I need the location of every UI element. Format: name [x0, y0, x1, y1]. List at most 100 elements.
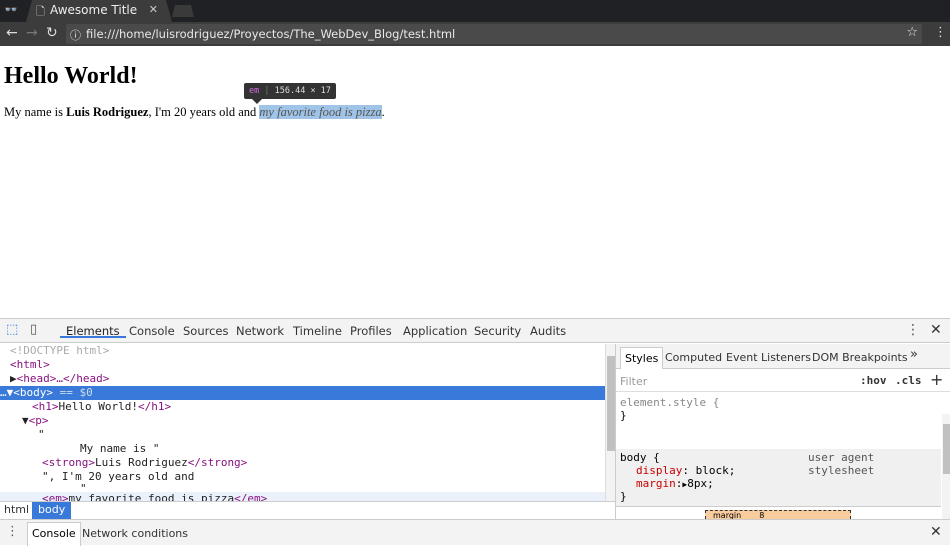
dom-node-strong[interactable]: <strong>Luis Rodriguez</strong>: [0, 456, 605, 470]
tooltip-size: 156.44 × 17: [274, 86, 331, 96]
css-rule-body: body { user agent stylesheet display: bl…: [616, 449, 941, 507]
address-bar[interactable]: ⓘ file:///home/luisrodriguez/Proyectos/T…: [66, 24, 922, 44]
styles-scrollbar[interactable]: [942, 414, 950, 519]
tab-computed[interactable]: Computed: [665, 351, 722, 364]
rule-source: user agent stylesheet: [808, 451, 875, 477]
tab-security[interactable]: Security: [474, 324, 521, 338]
dom-text[interactable]: ": [0, 428, 605, 442]
selected-ref: == $0: [53, 386, 93, 399]
text: Hello World!: [58, 400, 138, 413]
property-value: block;: [695, 464, 736, 477]
element-style-selector[interactable]: element.style {: [620, 396, 719, 409]
css-property-display[interactable]: display: block;: [636, 464, 735, 477]
tab-timeline[interactable]: Timeline: [293, 324, 342, 338]
drawer-tab-console[interactable]: Console: [27, 522, 81, 546]
tab-audits[interactable]: Audits: [530, 324, 566, 338]
dom-node-h1[interactable]: <h1>Hello World!</h1>: [0, 400, 605, 414]
dom-tree-scrollbar[interactable]: [605, 344, 615, 501]
breadcrumb: html body: [0, 501, 615, 519]
scrollbar-thumb[interactable]: [607, 356, 615, 451]
text: my favorite food is pizza: [68, 492, 235, 501]
cls-toggle[interactable]: .cls: [895, 374, 922, 387]
new-tab-button[interactable]: [172, 5, 194, 17]
highlighted-em: my favorite food is pizza: [259, 105, 382, 119]
new-rule-icon[interactable]: +: [930, 370, 943, 389]
text: My name is: [4, 105, 67, 119]
browser-menu-icon[interactable]: ⋮: [934, 25, 947, 40]
drawer-menu-icon[interactable]: ⋮: [6, 524, 19, 539]
tag: </h1>: [137, 400, 172, 413]
tab-event-listeners[interactable]: Event Listeners: [726, 351, 811, 364]
page-icon: 🗋: [36, 5, 45, 18]
drawer-tab-network-conditions[interactable]: Network conditions: [82, 527, 188, 540]
dom-node-doctype[interactable]: <!DOCTYPE html>: [0, 344, 605, 358]
browser-tab[interactable]: 🗋 Awesome Title ✕: [26, 0, 172, 22]
paragraph: My name is Luis Rodriguez, I'm 20 years …: [4, 105, 385, 120]
tag: </strong>: [187, 456, 248, 469]
hov-toggle[interactable]: :hov: [860, 374, 887, 387]
dom-node-head[interactable]: ▶<head>…</head>: [0, 372, 605, 386]
devtools-toolbar: ⬚ ▯ Elements Console Sources Network Tim…: [0, 319, 950, 343]
tab-title: Awesome Title: [50, 3, 138, 17]
property-value: 8px;: [687, 477, 714, 490]
styles-sidebar: Styles Computed Event Listeners DOM Brea…: [615, 344, 950, 519]
dom-node-em[interactable]: <em>my favorite food is pizza</em>: [0, 492, 605, 501]
css-property-margin[interactable]: margin:▶8px;: [636, 477, 714, 490]
property-name: margin: [636, 477, 676, 490]
reload-icon[interactable]: ↻: [46, 25, 58, 41]
url-text[interactable]: file:///home/luisrodriguez/Proyectos/The…: [86, 27, 455, 41]
tab-profiles[interactable]: Profiles: [350, 324, 392, 338]
tab-dom-breakpoints[interactable]: DOM Breakpoints: [812, 351, 908, 364]
breadcrumb-html[interactable]: html: [4, 503, 29, 516]
dom-node-p[interactable]: ▼<p>: [0, 414, 605, 428]
page-heading: Hello World!: [4, 63, 138, 89]
strong-name: Luis Rodriguez: [66, 105, 149, 119]
text: Luis Rodriguez: [94, 456, 188, 469]
text: .: [381, 105, 385, 119]
margin-value: 8: [759, 511, 765, 519]
tab-strip: 👓 🗋 Awesome Title ✕: [0, 0, 950, 22]
more-tabs-icon[interactable]: »: [910, 347, 918, 362]
close-brace: }: [620, 490, 627, 503]
tag: </em>: [234, 492, 268, 501]
close-drawer-icon[interactable]: ✕: [930, 524, 942, 540]
box-model-margin[interactable]: margin 8: [705, 510, 851, 519]
tab-styles[interactable]: Styles: [620, 347, 664, 369]
scrollbar-thumb[interactable]: [943, 424, 950, 474]
inspect-tooltip: em | 156.44 × 17: [244, 83, 336, 104]
dom-text[interactable]: My name is ": [0, 442, 605, 456]
device-toolbar-icon[interactable]: ▯: [30, 322, 37, 337]
tag: <h1>: [32, 400, 59, 413]
devtools-menu-icon[interactable]: ⋮: [906, 322, 920, 338]
tab-application[interactable]: Application: [403, 324, 467, 338]
tab-console[interactable]: Console: [129, 324, 175, 338]
tab-sources[interactable]: Sources: [183, 324, 229, 338]
inspect-element-icon[interactable]: ⬚: [6, 322, 18, 337]
close-tab-icon[interactable]: ✕: [149, 3, 158, 16]
devtools-panel: ⬚ ▯ Elements Console Sources Network Tim…: [0, 318, 950, 546]
info-icon[interactable]: ⓘ: [70, 27, 81, 43]
rule-selector[interactable]: body {: [620, 451, 660, 464]
dom-node-html[interactable]: <html>: [0, 358, 605, 372]
tag: <p>: [28, 414, 49, 427]
sidebar-tabs: Styles Computed Event Listeners DOM Brea…: [616, 344, 950, 369]
tag: <em>: [42, 492, 69, 501]
back-icon[interactable]: ←: [6, 25, 18, 41]
text: , I'm 20 years old and: [148, 105, 260, 119]
bookmark-star-icon[interactable]: ☆: [906, 25, 918, 40]
dom-node-body-selected[interactable]: …▼<body> == $0: [0, 386, 605, 400]
divider: [616, 391, 950, 392]
styles-filter-input[interactable]: Filter: [620, 375, 647, 388]
forward-icon[interactable]: →: [26, 25, 38, 41]
tag: <html>: [10, 358, 50, 371]
incognito-icon: 👓: [4, 3, 18, 16]
tag: <body>: [13, 386, 53, 399]
tab-elements[interactable]: Elements: [60, 319, 126, 338]
close-devtools-icon[interactable]: ✕: [930, 322, 942, 338]
tag: <head>…</head>: [16, 372, 110, 385]
dom-tree: <!DOCTYPE html> <html> ▶<head>…</head> ……: [0, 344, 605, 501]
breadcrumb-body[interactable]: body: [32, 502, 72, 519]
page-content: Hello World! My name is Luis Rodriguez, …: [0, 46, 950, 318]
browser-toolbar: ← → ↻ ⓘ file:///home/luisrodriguez/Proye…: [0, 22, 950, 46]
tab-network[interactable]: Network: [236, 324, 284, 338]
